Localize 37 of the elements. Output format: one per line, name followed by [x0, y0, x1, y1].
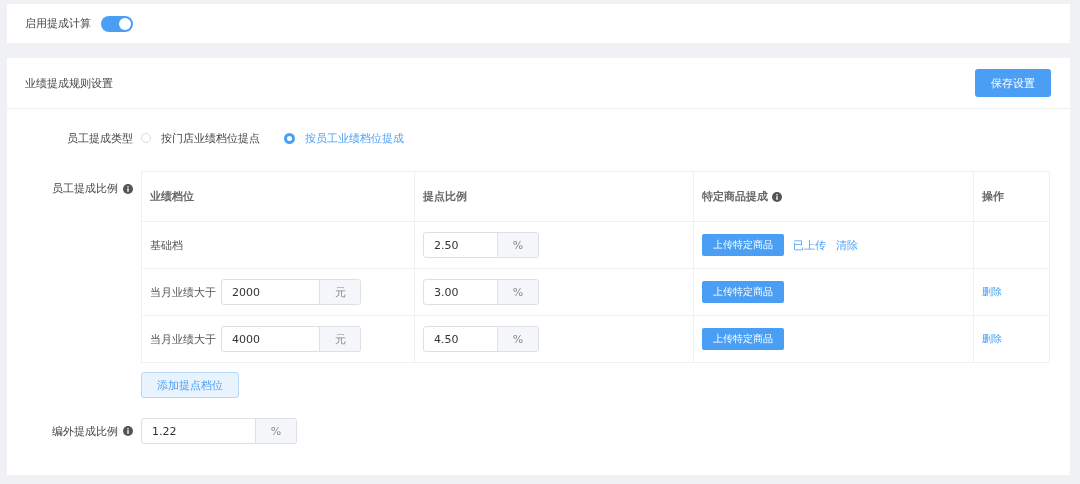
unit-label: 元: [319, 327, 360, 351]
input-field[interactable]: 3.00 %: [423, 279, 539, 305]
field-label: 编外提成比例: [52, 423, 118, 439]
column-header: 业绩档位: [150, 190, 194, 203]
tier-label: 当月业绩大于: [150, 284, 216, 300]
unit-label: %: [255, 419, 296, 443]
unit-label: 元: [319, 280, 360, 304]
unit-label: %: [497, 327, 538, 351]
field-label: 员工提成类型: [66, 130, 134, 146]
unit-label: %: [497, 233, 538, 257]
tier-label: 当月业绩大于: [150, 331, 216, 347]
input-field[interactable]: 1.22 %: [141, 418, 297, 444]
column-header: 特定商品提成: [702, 190, 768, 203]
uploaded-status: 已上传: [793, 237, 826, 253]
field-label: 员工提成比例: [52, 181, 118, 196]
toggle-switch[interactable]: [101, 15, 133, 32]
toggle-label: 启用提成计算: [25, 16, 91, 31]
column-header: 提点比例: [423, 190, 467, 203]
radio-button[interactable]: [284, 132, 295, 144]
clear-link[interactable]: 清除: [836, 237, 858, 253]
delete-link[interactable]: 删除: [982, 333, 1002, 344]
upload-button[interactable]: 上传特定商品: [702, 234, 784, 256]
radio-label[interactable]: 按员工业绩档位提成: [305, 130, 404, 146]
section-title: 业绩提成规则设置: [25, 75, 113, 91]
input-field[interactable]: 4.50 %: [423, 326, 539, 352]
radio-label[interactable]: 按门店业绩档位提点: [161, 130, 260, 146]
delete-link[interactable]: 删除: [982, 286, 1002, 297]
column-header: 操作: [982, 190, 1004, 203]
save-button[interactable]: 保存设置: [975, 69, 1051, 97]
upload-button[interactable]: 上传特定商品: [702, 328, 784, 350]
input-field[interactable]: 2.50 %: [423, 232, 539, 258]
add-tier-button[interactable]: 添加提点档位: [141, 372, 239, 398]
input-field[interactable]: 4000 元: [221, 326, 361, 352]
tier-label: 基础档: [150, 237, 183, 253]
unit-label: %: [497, 280, 538, 304]
upload-button[interactable]: 上传特定商品: [702, 281, 784, 303]
input-field[interactable]: 2000 元: [221, 279, 361, 305]
